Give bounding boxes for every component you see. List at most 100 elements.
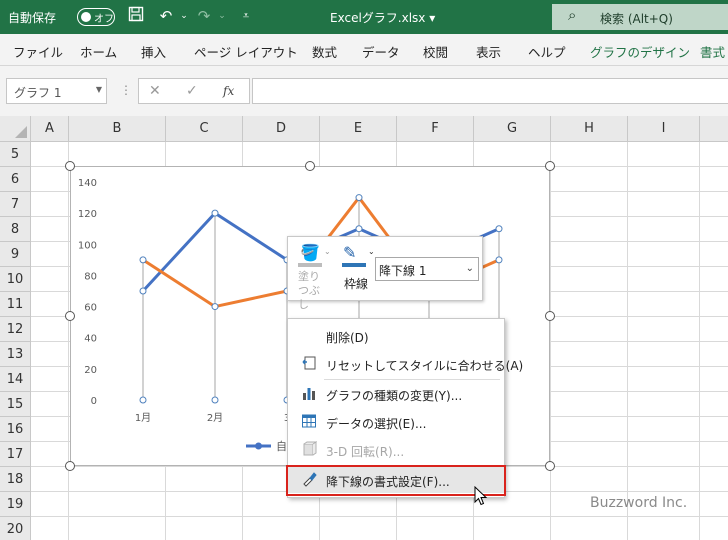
chevron-down-icon[interactable]: ▼: [96, 85, 102, 94]
menu-item-select-data[interactable]: データの選択(E)...: [288, 409, 504, 435]
mouse-cursor-icon: [474, 486, 488, 506]
column-header-i[interactable]: I: [628, 116, 700, 142]
column-header-next[interactable]: [700, 116, 728, 142]
row-header-17[interactable]: 17: [0, 442, 31, 467]
tab-chart-design[interactable]: グラフのデザイン: [590, 42, 690, 61]
legend-label: 自: [276, 440, 287, 453]
tab-format[interactable]: 書式: [700, 42, 725, 61]
menu-separator: [324, 379, 500, 380]
resize-handle[interactable]: [65, 161, 75, 171]
tab-view[interactable]: 表示: [476, 42, 501, 61]
outline-color-bar: [342, 263, 366, 267]
tab-formulas[interactable]: 数式: [312, 42, 337, 61]
select-data-icon: [300, 413, 318, 431]
row-header-12[interactable]: 12: [0, 317, 31, 342]
resize-handle[interactable]: [65, 461, 75, 471]
insert-function-icon[interactable]: fx: [223, 84, 234, 98]
y-tick-label: 120: [78, 209, 97, 220]
row-header-18[interactable]: 18: [0, 467, 31, 492]
chevron-down-icon[interactable]: ⌄: [466, 263, 474, 274]
ribbon-tabs: ファイル ホーム 挿入 ページ レイアウト 数式 データ 校閲 表示 ヘルプ グ…: [0, 34, 728, 66]
column-header-a[interactable]: A: [31, 116, 69, 142]
tab-page-layout[interactable]: ページ レイアウト: [194, 42, 298, 61]
chart-element-value: 降下線 1: [379, 264, 427, 278]
tab-insert[interactable]: 挿入: [141, 42, 166, 61]
row-header-20[interactable]: 20: [0, 517, 31, 540]
column-header-c[interactable]: C: [166, 116, 243, 142]
row-header-6[interactable]: 6: [0, 167, 31, 192]
y-tick-label: 100: [78, 240, 97, 251]
menu-item-3d-rotation: 3-D 回転(R)...: [288, 437, 504, 463]
y-tick-label: 80: [84, 271, 97, 282]
tab-help[interactable]: ヘルプ: [528, 42, 566, 61]
row-header-5[interactable]: 5: [0, 142, 31, 167]
resize-handle[interactable]: [545, 461, 555, 471]
y-tick-label: 20: [84, 365, 97, 376]
fill-label: 塗りつぶし: [298, 270, 320, 311]
row-header-13[interactable]: 13: [0, 342, 31, 367]
column-header-b[interactable]: B: [69, 116, 166, 142]
column-header-h[interactable]: H: [551, 116, 628, 142]
search-icon: ⌕: [568, 6, 577, 24]
chart-element-select[interactable]: 降下線 1 ⌄: [375, 257, 479, 281]
3d-rotation-icon: [300, 441, 318, 459]
customize-icon[interactable]: ⩡: [236, 6, 256, 26]
undo-icon[interactable]: ↶: [156, 6, 176, 26]
search-box[interactable]: ⌕ 検索 (Alt+Q): [552, 4, 728, 30]
row-header-9[interactable]: 9: [0, 242, 31, 267]
row-header-16[interactable]: 16: [0, 417, 31, 442]
column-header-e[interactable]: E: [320, 116, 397, 142]
row-header-8[interactable]: 8: [0, 217, 31, 242]
menu-item-label: 3-D 回転(R)...: [326, 445, 405, 459]
tab-review[interactable]: 校閲: [423, 42, 448, 61]
row-header-15[interactable]: 15: [0, 392, 31, 417]
legend-marker: [255, 442, 262, 450]
formula-controls: ✕ ✓ fx: [138, 78, 250, 104]
resize-handle[interactable]: [545, 311, 555, 321]
paint-bucket-icon[interactable]: 🪣: [300, 243, 320, 262]
pen-icon[interactable]: ✎: [343, 243, 356, 262]
select-all-corner[interactable]: [0, 116, 31, 142]
title-bar: 自動保存 オフ ↶ ⌄ ↷ ⌄ ⩡ Excelグラフ.xlsx ▾ ⌕ 検索 (…: [0, 0, 728, 34]
file-name[interactable]: Excelグラフ.xlsx ▾: [330, 9, 435, 26]
toggle-label: オフ: [94, 14, 114, 25]
tab-data[interactable]: データ: [362, 42, 400, 61]
data-point-handle: [355, 194, 363, 202]
resize-handle[interactable]: [545, 161, 555, 171]
autosave-toggle[interactable]: オフ: [77, 8, 115, 26]
chevron-down-icon[interactable]: ⌄: [368, 247, 375, 256]
resize-handle[interactable]: [305, 161, 315, 171]
chevron-down-icon[interactable]: ⌄: [324, 247, 331, 256]
outline-label: 枠線: [344, 277, 369, 291]
row-header-14[interactable]: 14: [0, 367, 31, 392]
undo-dropdown-icon[interactable]: ⌄: [174, 6, 194, 26]
menu-item-change-chart-type[interactable]: グラフの種類の変更(Y)...: [288, 381, 504, 407]
y-tick-label: 0: [91, 396, 97, 407]
reset-style-icon: [300, 355, 318, 373]
redo-icon[interactable]: ↷: [194, 6, 214, 26]
formula-input[interactable]: [252, 78, 728, 104]
highlight-box: [286, 465, 506, 496]
column-header-f[interactable]: F: [397, 116, 474, 142]
formula-bar: グラフ 1 ▼ ⋮ ✕ ✓ fx: [0, 66, 728, 116]
cancel-icon[interactable]: ✕: [149, 83, 161, 99]
data-point-handle: [211, 209, 219, 217]
column-header-d[interactable]: D: [243, 116, 320, 142]
data-point-handle: [139, 256, 147, 264]
chart-type-icon: [300, 385, 318, 403]
resize-handle[interactable]: [65, 311, 75, 321]
menu-item-delete[interactable]: 削除(D): [288, 323, 504, 349]
tab-home[interactable]: ホーム: [80, 42, 117, 61]
menu-item-label: リセットしてスタイルに合わせる(A): [326, 359, 524, 373]
row-header-7[interactable]: 7: [0, 192, 31, 217]
row-header-11[interactable]: 11: [0, 292, 31, 317]
row-header-19[interactable]: 19: [0, 492, 31, 517]
enter-icon[interactable]: ✓: [186, 83, 198, 99]
name-box[interactable]: グラフ 1 ▼: [6, 78, 107, 104]
row-header-10[interactable]: 10: [0, 267, 31, 292]
column-header-g[interactable]: G: [474, 116, 551, 142]
save-icon[interactable]: [126, 6, 146, 26]
menu-item-reset-style[interactable]: リセットしてスタイルに合わせる(A): [288, 351, 523, 377]
redo-dropdown-icon[interactable]: ⌄: [212, 6, 232, 26]
tab-file[interactable]: ファイル: [13, 42, 63, 61]
